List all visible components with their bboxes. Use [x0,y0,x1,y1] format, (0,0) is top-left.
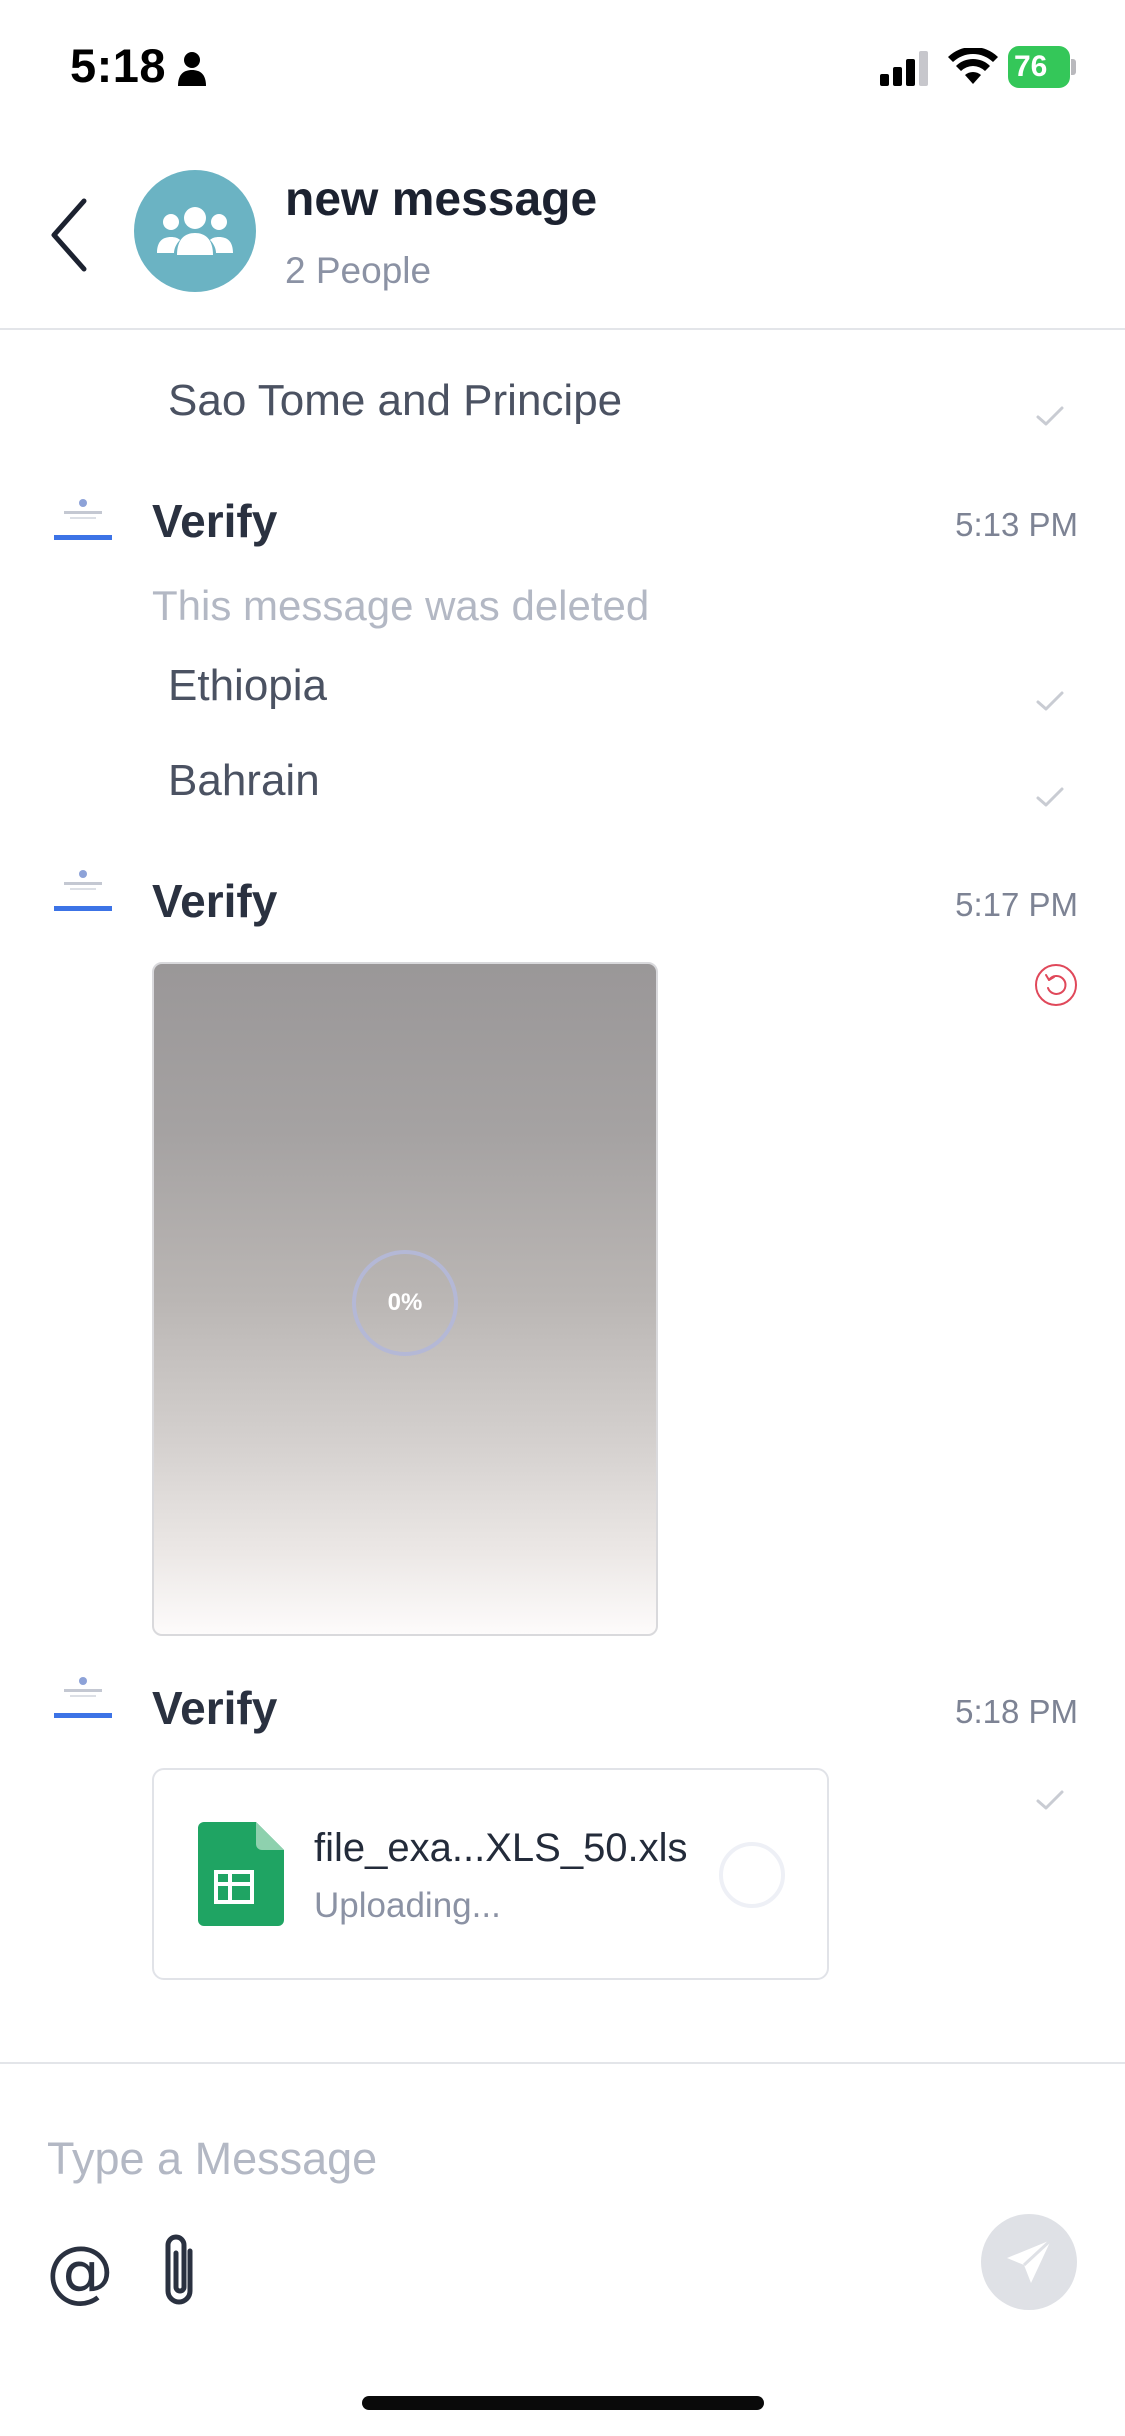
sender-name[interactable]: Verify [152,874,277,928]
file-name: file_exa...XLS_50.xls [314,1826,688,1870]
upload-progress-label: 0% [387,1289,423,1316]
file-upload-status: Uploading... [314,1886,501,1925]
message-time: 5:17 PM [955,886,1078,923]
sender-name[interactable]: Verify [152,1681,277,1735]
check-icon [1036,1790,1064,1810]
home-indicator[interactable] [362,2396,764,2410]
message-text[interactable]: Ethiopia [168,661,327,711]
check-icon [1036,406,1064,426]
file-attachment-card[interactable]: file_exa...XLS_50.xls Uploading... [152,1768,829,1980]
sender-avatar[interactable] [54,1675,112,1725]
image-attachment[interactable]: 0% [152,962,658,1636]
chat-title[interactable]: new message [285,172,597,227]
sender-name[interactable]: Verify [152,494,277,548]
upload-spinner [719,1842,785,1908]
person-icon [178,52,206,86]
sender-avatar[interactable] [54,868,112,918]
message-composer: @ [0,2062,1125,2436]
send-button[interactable] [981,2214,1077,2310]
deleted-message: This message was deleted [152,582,650,629]
chevron-left-icon[interactable] [46,195,96,275]
chat-header: new message 2 People [0,150,1125,330]
status-bar: 5:18 76 [0,0,1125,130]
message-time: 5:18 PM [955,1693,1078,1730]
message-time: 5:13 PM [955,506,1078,543]
battery-level: 76 [1014,50,1048,83]
status-time: 5:18 [70,39,167,92]
group-avatar[interactable] [134,170,256,292]
wifi-icon [948,48,998,84]
mention-button[interactable]: @ [46,2224,114,2320]
retry-icon[interactable] [1034,963,1078,1007]
cellular-signal-icon [880,51,928,86]
check-icon [1036,691,1064,711]
paperclip-icon[interactable] [156,2229,202,2313]
message-text[interactable]: Sao Tome and Principe [168,376,622,426]
spreadsheet-icon [198,1822,284,1926]
participant-count[interactable]: 2 People [285,250,431,292]
sender-avatar[interactable] [54,497,112,547]
message-text[interactable]: Bahrain [168,756,320,806]
group-icon [157,207,233,255]
message-input[interactable] [47,2124,1047,2194]
battery-charging-icon: 76 [1008,46,1076,88]
check-icon [1036,787,1064,807]
send-icon [1007,2238,1053,2283]
